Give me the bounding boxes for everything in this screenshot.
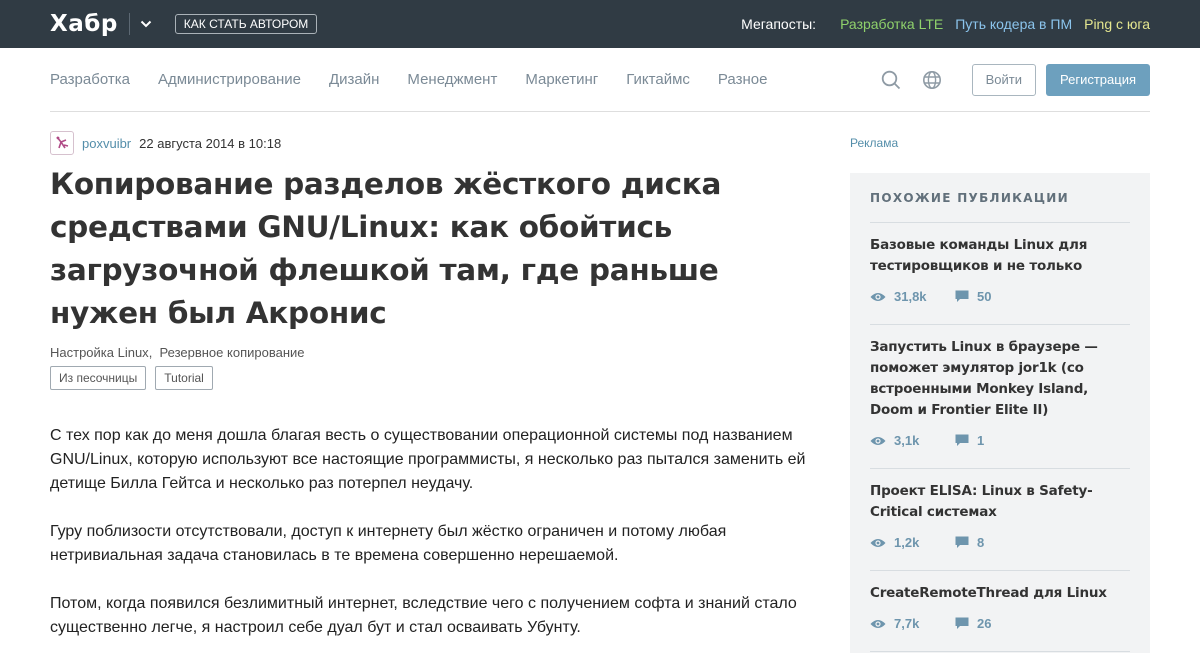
similar-post-title[interactable]: CreateRemoteThread для Linux [870, 583, 1130, 604]
how-to-become-author-button[interactable]: КАК СТАТЬ АВТОРОМ [174, 14, 318, 34]
post-stats: 1,2k 8 [870, 535, 1130, 550]
comment-icon [955, 617, 969, 629]
author-link[interactable]: poxvuibr [82, 136, 131, 151]
post-stats: 3,1k 1 [870, 433, 1130, 448]
article-body: С тех пор как до меня дошла благая весть… [50, 424, 835, 640]
post-labels: Из песочницы Tutorial [50, 366, 835, 390]
similar-post: Запустить Linux в браузере — поможет эму… [870, 325, 1130, 469]
megapost-link-coder-pm[interactable]: Путь кодера в ПМ [955, 16, 1072, 32]
eye-icon [870, 436, 886, 445]
hub-link[interactable]: Настройка Linux [50, 345, 149, 360]
megaposts: Мегапосты: Разработка LTE Путь кодера в … [741, 0, 1150, 48]
similar-post: CreateRemoteThread для Linux 7,7k 26 [870, 571, 1130, 652]
article-paragraph: С тех пор как до меня дошла благая весть… [50, 427, 806, 492]
similar-post-title[interactable]: Запустить Linux в браузере — поможет эму… [870, 337, 1130, 421]
nav-item-geektimes[interactable]: Гиктаймс [626, 71, 690, 88]
hubs-list: Настройка Linux, Резервное копирование [50, 345, 305, 360]
comments-count[interactable]: 50 [955, 289, 1040, 304]
views-count: 3,1k [870, 433, 955, 448]
views-count: 7,7k [870, 616, 955, 631]
megaposts-label: Мегапосты: [741, 16, 817, 32]
similar-posts-heading: ПОХОЖИЕ ПУБЛИКАЦИИ [870, 191, 1130, 223]
nav-item-marketing[interactable]: Маркетинг [525, 71, 598, 88]
habr-logo[interactable]: Хабр [50, 11, 118, 37]
comment-icon [955, 536, 969, 548]
article: poxvuibr 22 августа 2014 в 10:18 Копиров… [50, 130, 835, 664]
nav-item-administration[interactable]: Администрирование [158, 71, 301, 88]
megapost-link-lte[interactable]: Разработка LTE [840, 16, 943, 32]
main-nav: Разработка Администрирование Дизайн Мене… [50, 48, 1150, 112]
article-paragraph: Гуру поблизости отсутствовали, доступ к … [50, 523, 727, 564]
similar-posts: ПОХОЖИЕ ПУБЛИКАЦИИ Базовые команды Linux… [850, 173, 1150, 653]
comments-count[interactable]: 26 [955, 616, 1040, 631]
sidebar: Реклама ПОХОЖИЕ ПУБЛИКАЦИИ Базовые коман… [850, 130, 1150, 653]
label-tutorial: Tutorial [155, 366, 213, 390]
chevron-down-icon[interactable] [139, 17, 153, 31]
eye-icon [870, 619, 886, 628]
login-button[interactable]: Войти [971, 64, 1036, 96]
register-button[interactable]: Регистрация [1046, 64, 1150, 96]
article-meta: poxvuibr 22 августа 2014 в 10:18 [50, 130, 835, 156]
comment-icon [955, 434, 969, 446]
post-stats: 31,8k 50 [870, 289, 1130, 304]
eye-icon [870, 292, 886, 301]
search-icon[interactable] [881, 70, 901, 90]
similar-post: Проект ELISA: Linux в Safety-Critical си… [870, 469, 1130, 571]
comments-count[interactable]: 8 [955, 535, 1040, 550]
nav-item-design[interactable]: Дизайн [329, 71, 379, 88]
publish-date: 22 августа 2014 в 10:18 [139, 135, 282, 151]
views-count: 31,8k [870, 289, 955, 304]
comments-count[interactable]: 1 [955, 433, 1040, 448]
avatar-icon[interactable] [50, 131, 74, 155]
globe-icon[interactable] [922, 70, 942, 90]
top-bar: Хабр КАК СТАТЬ АВТОРОМ Мегапосты: Разраб… [0, 0, 1200, 48]
eye-icon [870, 538, 886, 547]
nav-item-development[interactable]: Разработка [50, 71, 130, 88]
similar-post: Базовые команды Linux для тестировщиков … [870, 223, 1130, 325]
similar-post-title[interactable]: Проект ELISA: Linux в Safety-Critical си… [870, 481, 1130, 523]
label-sandbox: Из песочницы [50, 366, 147, 390]
views-count: 1,2k [870, 535, 955, 550]
megapost-link-ping[interactable]: Ping с юга [1084, 16, 1150, 32]
nav-item-management[interactable]: Менеджмент [407, 71, 497, 88]
similar-post-title[interactable]: Базовые команды Linux для тестировщиков … [870, 235, 1130, 277]
post-stats: 7,7k 26 [870, 616, 1130, 631]
logo-divider [128, 13, 130, 35]
article-paragraph: Потом, когда появился безлимитный интерн… [50, 595, 797, 636]
comment-icon [955, 290, 969, 302]
article-title[interactable]: Копирование разделов жёсткого диска сред… [50, 163, 835, 335]
nav-actions: Войти Регистрация [881, 48, 1150, 112]
ad-label[interactable]: Реклама [850, 136, 1150, 150]
hub-link[interactable]: Резервное копирование [160, 345, 305, 360]
nav-item-misc[interactable]: Разное [718, 71, 768, 88]
